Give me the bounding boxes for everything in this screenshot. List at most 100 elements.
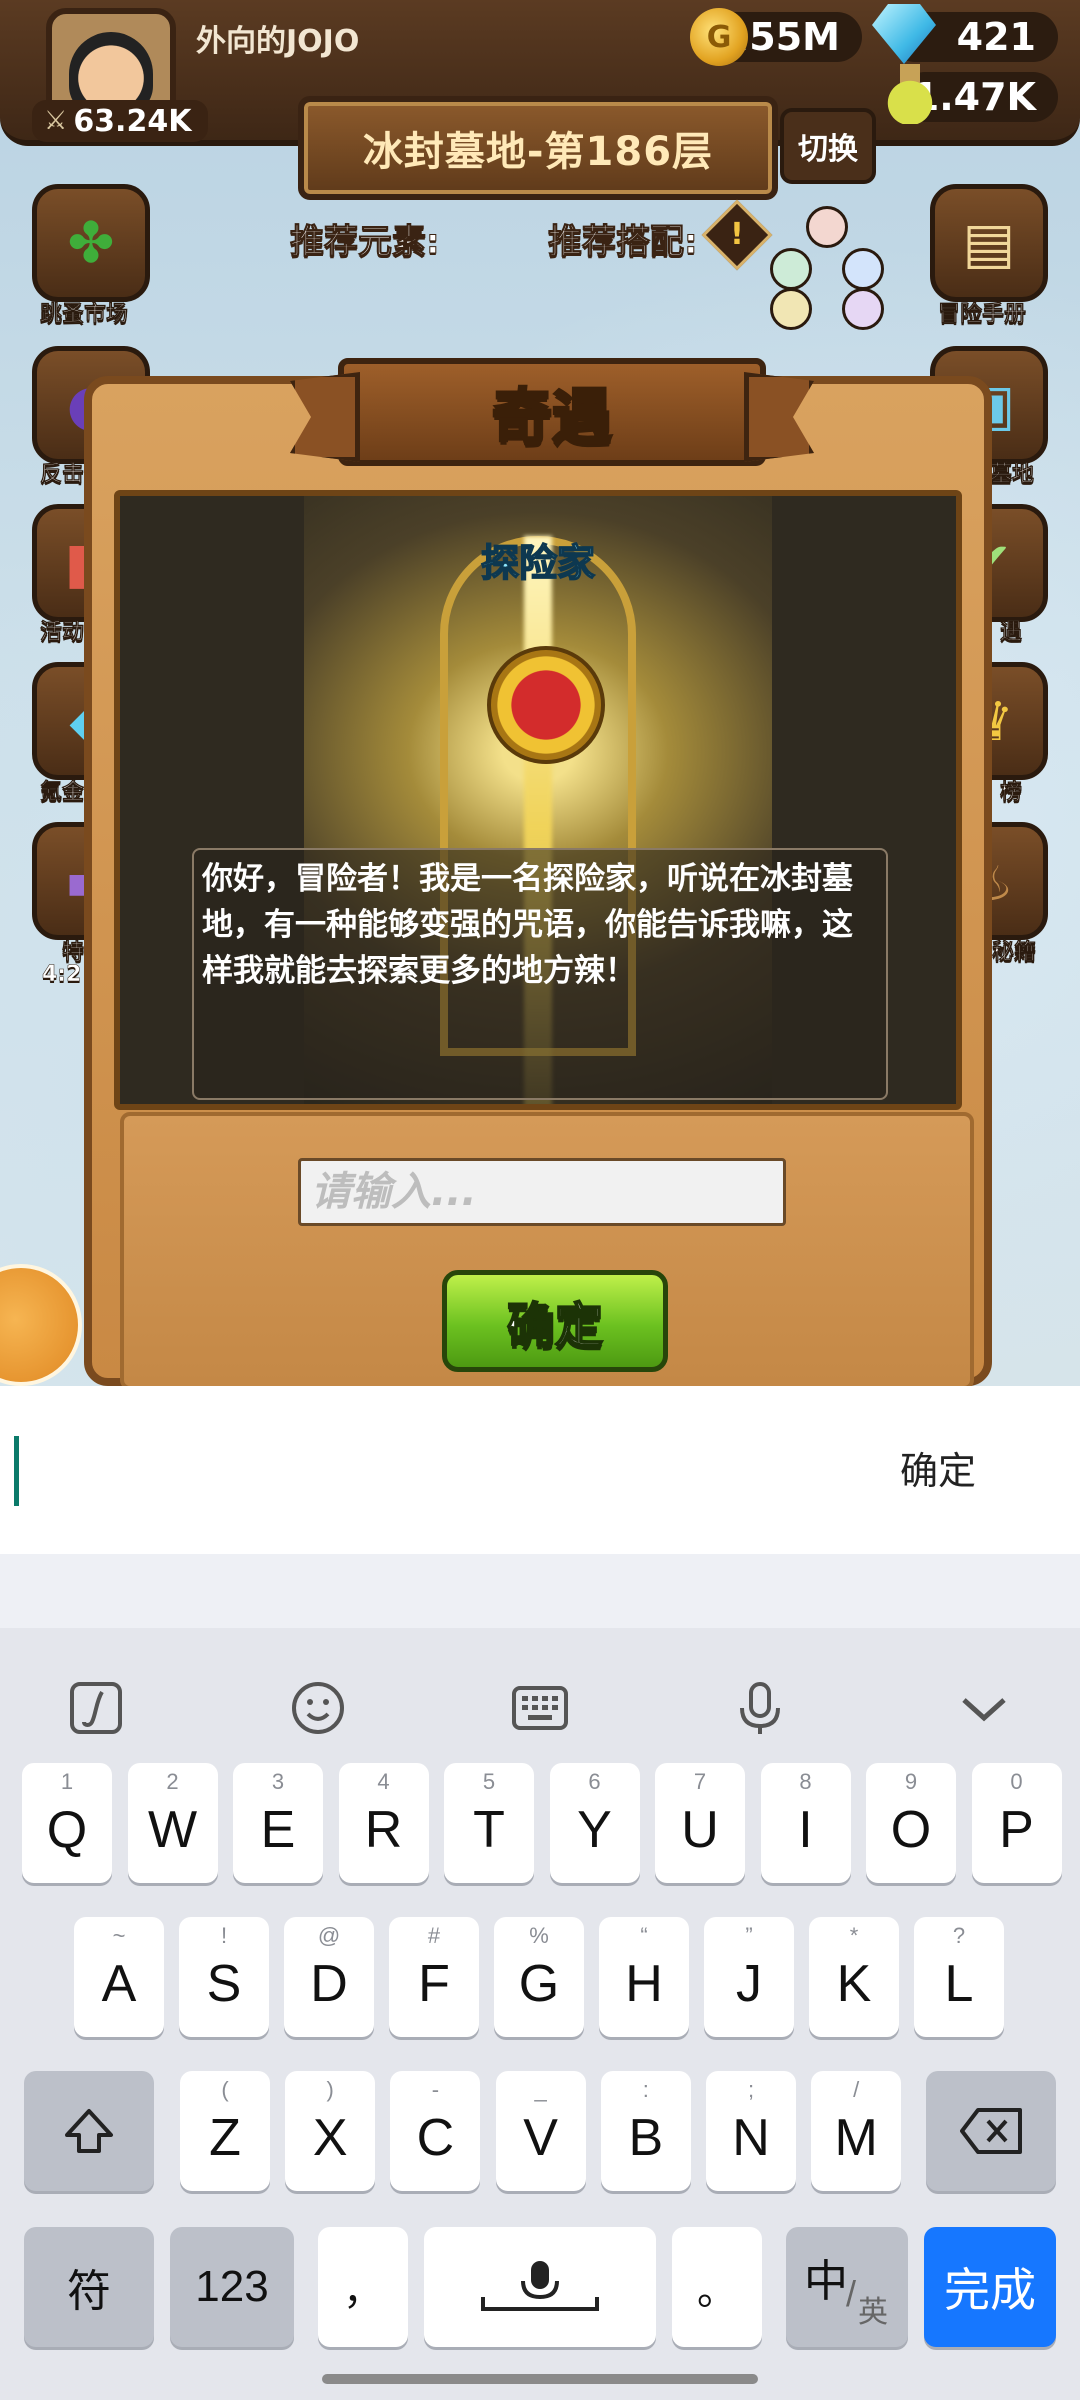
key-c[interactable]: -C	[390, 2071, 481, 2191]
key-u[interactable]: 7U	[655, 1763, 745, 1883]
ime-input-bar: 确定	[0, 1386, 1080, 1554]
collapse-keyboard-icon[interactable]	[944, 1668, 1024, 1748]
answer-input[interactable]	[298, 1158, 786, 1226]
done-key[interactable]: 完成	[924, 2227, 1056, 2347]
potion-counter[interactable]: 1.47K	[886, 64, 1058, 124]
lang-divider: /	[846, 2273, 857, 2314]
key-v[interactable]: _ V	[495, 2071, 586, 2191]
key-p[interactable]: 0P	[971, 1763, 1062, 1883]
key-r[interactable]: 4R	[338, 1763, 429, 1883]
key-letter: K	[836, 1955, 872, 2013]
recommend-combo-label: 推荐搭配:	[548, 222, 699, 263]
shift-key[interactable]	[24, 2071, 154, 2191]
key-h[interactable]: “H	[599, 1917, 689, 2037]
encounter-label: 遇	[1000, 620, 1023, 646]
key-f[interactable]: # F	[389, 1917, 479, 2037]
key-hint: 1	[60, 1769, 74, 1794]
mic-icon[interactable]	[720, 1668, 800, 1748]
ranking-label: 榜	[1000, 780, 1023, 806]
key-letter: H	[625, 1955, 663, 2013]
backspace-key[interactable]	[926, 2071, 1056, 2191]
counter-attack-label: 反击	[40, 462, 85, 488]
key-letter: P	[999, 1801, 1034, 1859]
key-hint: “	[640, 1923, 648, 1948]
key-letter: A	[101, 1955, 137, 2013]
water-element-icon	[842, 248, 884, 290]
key-hint: 4	[377, 1769, 390, 1794]
key-hint: #	[427, 1923, 441, 1948]
adventure-manual-label: 冒险手册	[938, 302, 1027, 328]
encounter-dialog: 奇遇 探险家 你好，冒险者！我是一名探险家，听说在冰封墓地，有一种能够变强的咒语…	[84, 358, 992, 1386]
space-key[interactable]	[424, 2227, 656, 2347]
cheats-label: 秘籍	[992, 940, 1037, 966]
key-letter: R	[364, 1801, 403, 1859]
key-letter: B	[628, 2109, 664, 2167]
floating-ball-icon[interactable]	[0, 1264, 82, 1386]
key-n[interactable]: ; N	[706, 2071, 796, 2191]
flea-market-label: 跳蚤市场	[40, 302, 129, 328]
key-m[interactable]: / M	[811, 2071, 902, 2191]
emoji-icon[interactable]	[278, 1668, 358, 1748]
text-cursor	[14, 1436, 19, 1506]
handwriting-icon[interactable]	[56, 1668, 136, 1748]
recommend-element-label: 推荐元素:	[290, 222, 441, 263]
lang-sub-label: 英	[858, 2296, 888, 2329]
key-y[interactable]: 6Y	[549, 1763, 640, 1883]
key-b[interactable]: :B	[600, 2071, 691, 2191]
key-i[interactable]: 8I	[760, 1763, 851, 1883]
key-letter: E	[260, 1801, 296, 1859]
adventure-manual-button[interactable]: ▤	[930, 184, 1048, 302]
key-w[interactable]: 2W	[127, 1763, 218, 1883]
warning-icon[interactable]: !	[701, 199, 773, 271]
ime-divider	[0, 1554, 1080, 1628]
voice-space-icon	[481, 2261, 599, 2311]
level-title: 冰封墓地-第186层	[362, 129, 714, 175]
player-name: 外向的JOJO	[196, 24, 360, 59]
key-letter: G	[518, 1955, 560, 2013]
key-t[interactable]: 5T	[444, 1763, 534, 1883]
comma-key[interactable]: ，	[318, 2227, 408, 2347]
key-j[interactable]: ” J	[704, 1917, 794, 2037]
flea-market-button[interactable]: ✤	[32, 184, 150, 302]
key-o[interactable]: 9O	[866, 1763, 956, 1883]
key-hint: 2	[166, 1769, 179, 1794]
key-letter: D	[310, 1955, 348, 2013]
key-k[interactable]: * K	[809, 1917, 899, 2037]
coin-counter[interactable]: G 1.55M	[690, 8, 862, 66]
dialog-title: 奇遇	[491, 381, 614, 454]
key-letter: U	[681, 1801, 719, 1859]
language-switch-key[interactable]: 中 / 英	[786, 2227, 908, 2347]
special-timer: 4:2	[42, 962, 82, 988]
game-screen: ⚔ 63.24K 外向的JOJO G 1.55M 421 1.47K 冰封墓地-…	[0, 0, 1080, 1386]
key-g[interactable]: % G	[494, 1917, 584, 2037]
key-x[interactable]: ) X	[285, 2071, 376, 2191]
key-a[interactable]: ~ A	[74, 1917, 164, 2037]
key-z[interactable]: (Z	[180, 2071, 270, 2191]
key-hint: *	[849, 1923, 859, 1948]
key-hint: ”	[745, 1923, 753, 1948]
swords-icon: ⚔	[44, 106, 68, 136]
key-hint: 0	[1010, 1769, 1023, 1794]
period-key[interactable]: 。	[672, 2227, 762, 2347]
keyboard-icon[interactable]	[500, 1668, 580, 1748]
key-q[interactable]: 1Q	[22, 1763, 112, 1883]
confirm-button[interactable]: 确定	[442, 1270, 668, 1372]
key-letter: V	[523, 2109, 558, 2167]
key-s[interactable]: ! S	[179, 1917, 269, 2037]
key-letter: C	[416, 2109, 455, 2167]
level-title-banner: 冰封墓地-第186层	[298, 96, 778, 200]
topup-label: 氪金	[40, 780, 85, 806]
gem-counter[interactable]: 421	[872, 4, 1058, 64]
key-letter: Q	[46, 1801, 88, 1859]
ime-confirm-button[interactable]: 确定	[900, 1440, 976, 1495]
key-l[interactable]: ? L	[914, 1917, 1004, 2037]
key-d[interactable]: @ D	[284, 1917, 374, 2037]
switch-button[interactable]: 切换	[780, 108, 876, 184]
numbers-key[interactable]: 123	[170, 2227, 294, 2347]
key-hint: (	[221, 2077, 229, 2102]
key-e[interactable]: 3E	[233, 1763, 323, 1883]
key-letter: F	[418, 1955, 450, 2013]
fire-element-icon	[806, 206, 848, 248]
symbols-key[interactable]: 符	[24, 2227, 154, 2347]
key-hint: %	[529, 1923, 549, 1948]
